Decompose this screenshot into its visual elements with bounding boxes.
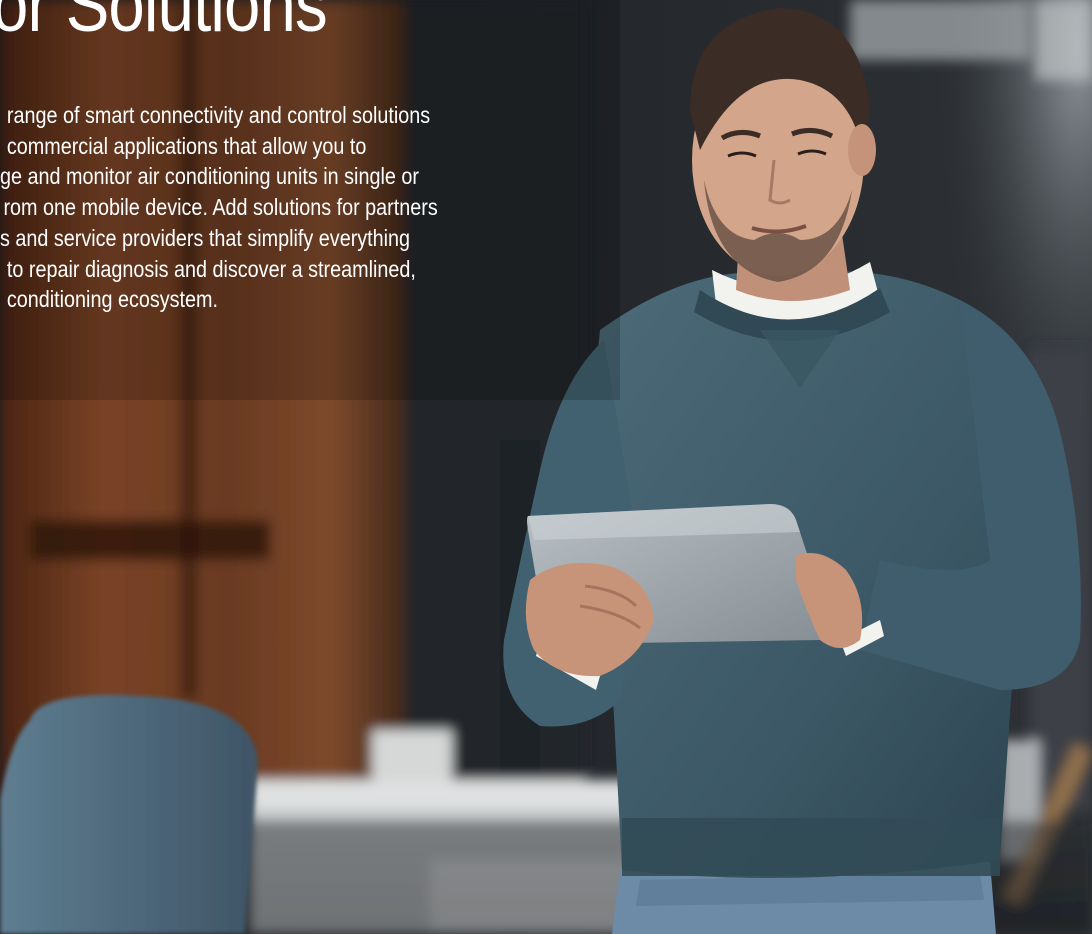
hero-description: range of smart connectivity and control …	[0, 100, 550, 315]
hero-title: or Solutions	[0, 0, 328, 48]
hero-description-line: to repair diagnosis and discover a strea…	[6, 255, 416, 282]
hero-description-line: s and service providers that simplify ev…	[0, 224, 411, 251]
hero-description-line: range of smart connectivity and control …	[6, 102, 431, 128]
hero-description-line: commercial applications that allow you t…	[6, 132, 367, 159]
hero-description-line: conditioning ecosystem.	[6, 286, 218, 313]
hero-description-line: ge and monitor air conditioning units in…	[0, 163, 419, 190]
hero-banner: or Solutions range of smart connectivity…	[0, 0, 1092, 934]
hero-description-line: rom one mobile device. Add solutions for…	[3, 194, 438, 221]
